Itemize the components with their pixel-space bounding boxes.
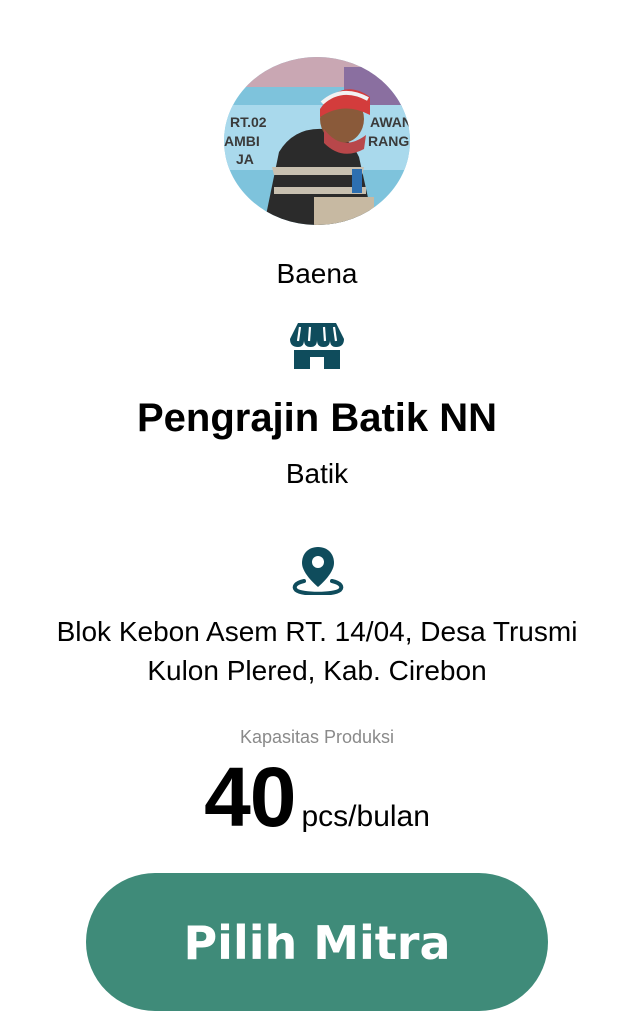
capacity-label: Kapasitas Produksi bbox=[239, 727, 395, 747]
partner-card: RT.02 AMBI JA AWAN RANG Baena Pengrajin … bbox=[0, 0, 634, 1012]
sign-text: JA bbox=[236, 151, 254, 167]
sign-text: AWAN bbox=[370, 114, 410, 130]
capacity-display: 40 pcs/bulan bbox=[0, 752, 634, 842]
sign-text: AMBI bbox=[224, 133, 260, 149]
person-name: Baena bbox=[276, 258, 358, 289]
avatar: RT.02 AMBI JA AWAN RANG bbox=[224, 57, 410, 225]
business-name: Pengrajin Batik NN bbox=[136, 396, 498, 440]
storefront-icon bbox=[290, 323, 344, 369]
capacity-unit: pcs/bulan bbox=[301, 800, 430, 833]
avatar-photo: RT.02 AMBI JA AWAN RANG bbox=[224, 57, 410, 225]
select-partner-button[interactable]: Pilih Mitra bbox=[86, 873, 548, 1011]
business-category: Batik bbox=[285, 458, 349, 489]
sign-text: RT.02 bbox=[230, 114, 267, 130]
business-address: Blok Kebon Asem RT. 14/04, Desa Trusmi K… bbox=[56, 616, 578, 686]
capacity-value: 40 bbox=[204, 750, 296, 844]
sign-text: RANG bbox=[368, 133, 409, 149]
map-pin-icon bbox=[292, 545, 344, 596]
